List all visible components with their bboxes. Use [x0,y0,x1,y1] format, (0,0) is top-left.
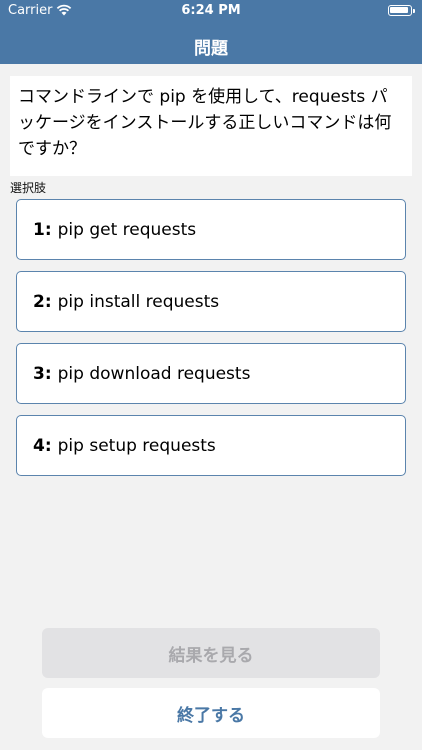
choice-text: pip download requests [57,363,251,384]
choice-number: 1: [33,219,52,240]
choice-text: pip setup requests [57,435,216,456]
choice-4-button[interactable]: 4: pip setup requests [16,415,406,476]
choice-1-button[interactable]: 1: pip get requests [16,199,406,260]
choice-3-button[interactable]: 3: pip download requests [16,343,406,404]
status-time: 6:24 PM [181,3,241,18]
status-bar: Carrier 6:24 PM [0,0,422,22]
choices-label: 選択肢 [10,181,47,195]
choice-number: 3: [33,363,52,384]
finish-button[interactable]: 終了する [42,688,380,738]
page-title: 問題 [194,39,228,59]
top-bar: Carrier 6:24 PM 問題 [0,0,422,64]
choice-2-button[interactable]: 2: pip install requests [16,271,406,332]
question-text: コマンドラインで pip を使用して、requests パッケージをインストール… [10,76,412,176]
show-result-button[interactable]: 結果を見る [42,628,380,678]
battery-icon [388,5,415,16]
choice-text: pip get requests [57,219,197,240]
choice-number: 2: [33,291,52,312]
choice-text: pip install requests [57,291,220,312]
choice-number: 4: [33,435,52,456]
